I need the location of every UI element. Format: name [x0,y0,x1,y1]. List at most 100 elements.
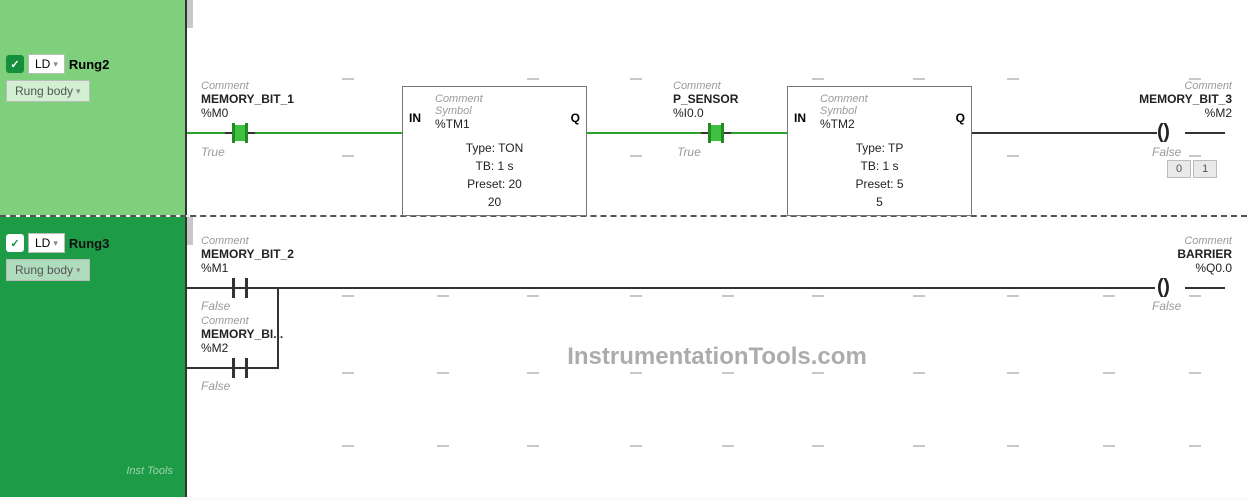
placeholder-dot [812,372,824,374]
placeholder-dot [722,372,734,374]
placeholder-dot [437,372,449,374]
rung2-title: Rung2 [69,57,109,72]
rung3-title: Rung3 [69,236,109,251]
placeholder-dot [630,445,642,447]
placeholder-dot [527,372,539,374]
contact-memory-bit-1[interactable] [225,121,255,145]
state-label: False [1152,297,1181,313]
placeholder-dot [630,78,642,80]
symbol-name: P_SENSOR [673,92,738,106]
wire [255,287,277,289]
comment-text: Comment [820,93,963,105]
state-label: False [1152,143,1181,159]
check-icon: ✓ [6,234,24,252]
wire [187,367,225,369]
placeholder-dot [342,372,354,374]
pin-q-label: Q [956,111,965,125]
placeholder-dot [342,155,354,157]
comment-text: Comment [201,80,294,92]
symbol-placeholder: Symbol [435,105,578,117]
placeholder-dot [630,295,642,297]
placeholder-dot [630,155,642,157]
placeholder-dot [437,295,449,297]
rung3-body-dropdown[interactable]: Rung body [6,259,90,281]
state-text: False [1152,145,1181,159]
ld-label: LD [35,236,50,250]
symbol-addr: %M0 [201,106,294,120]
comment-text: Comment [673,80,738,92]
timer-preset: Preset: 5 [796,175,963,193]
state-text: True [201,145,225,159]
rail-marker [187,217,193,245]
wire [255,132,402,134]
state-label: False [201,297,230,313]
comment-text: Comment [201,315,283,327]
wire [187,287,225,289]
placeholder-dot [1007,295,1019,297]
wire [587,132,701,134]
placeholder-dot [1103,372,1115,374]
timer-addr: %TM2 [820,117,963,131]
placeholder-dot [913,445,925,447]
wire [731,132,787,134]
placeholder-dot [812,445,824,447]
pin-in-label: IN [409,111,421,125]
symbol-addr: %Q0.0 [1147,261,1232,275]
wire [277,287,279,369]
rung2-lang-dropdown[interactable]: LD [28,54,65,74]
symbol-name: MEMORY_BIT_2 [201,247,294,261]
contact-label: Comment MEMORY_BIT_2 %M1 [201,235,294,275]
state-label: True [201,143,225,159]
coil-label: Comment BARRIER %Q0.0 [1147,235,1232,275]
pin-q-label: Q [571,111,580,125]
placeholder-dot [1007,78,1019,80]
symbol-name: MEMORY_BIT_3 [1132,92,1232,106]
placeholder-dot [342,445,354,447]
timer-value: 20 [411,193,578,211]
timer-block-tm1[interactable]: IN Q Comment Symbol %TM1 Type: TON TB: 1… [402,86,587,216]
coil-memory-bit-3[interactable]: ( ) [1157,123,1167,141]
placeholder-dot [1103,445,1115,447]
symbol-addr: %M2 [1132,106,1232,120]
placeholder-dot [913,295,925,297]
placeholder-dot [1007,155,1019,157]
symbol-name: MEMORY_BI... [201,327,283,341]
timer-block-tm2[interactable]: IN Q Comment Symbol %TM2 Type: TP TB: 1 … [787,86,972,216]
placeholder-dot [1007,445,1019,447]
rung3-lang-dropdown[interactable]: LD [28,233,65,253]
coil-barrier[interactable]: ( ) [1157,278,1167,296]
comment-text: Comment [435,93,578,105]
placeholder-dot [630,372,642,374]
placeholder-dot [812,78,824,80]
contact-label: Comment P_SENSOR %I0.0 [673,80,738,120]
symbol-name: MEMORY_BIT_1 [201,92,294,106]
symbol-placeholder: Symbol [820,105,963,117]
symbol-name: BARRIER [1147,247,1232,261]
placeholder-dot [1007,372,1019,374]
ld-label: LD [35,57,50,71]
placeholder-dot [1189,372,1201,374]
state-label: True [677,143,701,159]
state-text: False [1152,299,1181,313]
coil-force-buttons: 0 1 [1167,160,1217,178]
placeholder-dot [722,445,734,447]
contact-label: Comment MEMORY_BIT_1 %M0 [201,80,294,120]
force-0-button[interactable]: 0 [1167,160,1191,178]
timer-value: 5 [796,193,963,211]
force-1-button[interactable]: 1 [1193,160,1217,178]
comment-text: Comment [1147,235,1232,247]
placeholder-dot [527,78,539,80]
contact-label: Comment MEMORY_BI... %M2 [201,315,283,355]
coil-label: Comment MEMORY_BIT_3 %M2 [1132,80,1232,120]
placeholder-dot [527,445,539,447]
state-text: True [677,145,701,159]
contact-p-sensor[interactable] [701,121,731,145]
watermark-text: InstrumentationTools.com [567,343,867,371]
placeholder-dot [527,295,539,297]
timer-preset: Preset: 20 [411,175,578,193]
rung2-body-dropdown[interactable]: Rung body [6,80,90,102]
timer-addr: %TM1 [435,117,578,131]
wire [277,287,1155,289]
state-text: False [201,299,230,313]
symbol-addr: %M1 [201,261,294,275]
